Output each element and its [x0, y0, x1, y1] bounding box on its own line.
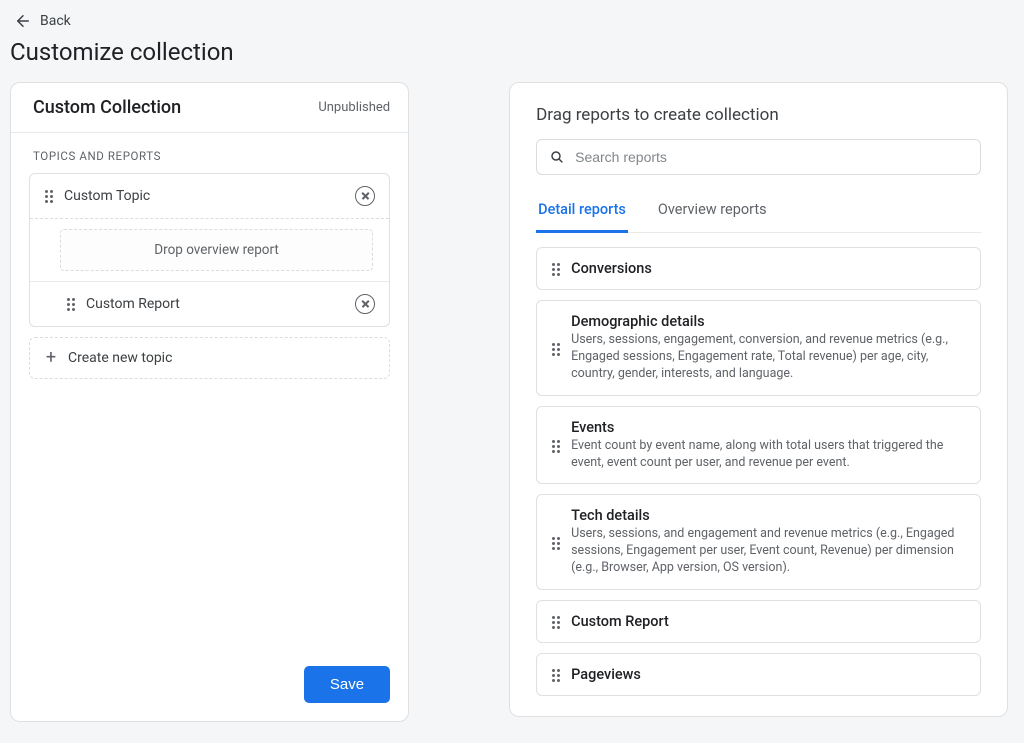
report-title: Custom Report	[571, 613, 966, 630]
report-title: Demographic details	[571, 313, 966, 330]
collection-name: Custom Collection	[33, 97, 181, 118]
drag-handle-icon[interactable]	[66, 298, 76, 311]
report-title: Tech details	[571, 507, 966, 524]
back-label: Back	[40, 13, 71, 29]
collection-panel: Custom Collection Unpublished Topics and…	[10, 82, 409, 722]
publish-status: Unpublished	[318, 100, 390, 115]
report-description: Users, sessions, and engagement and reve…	[571, 526, 966, 577]
report-card-custom-report[interactable]: Custom Report	[536, 600, 981, 643]
topic-item: Custom Topic Drop overview report Custom…	[29, 173, 390, 327]
report-card-events[interactable]: Events Event count by event name, along …	[536, 406, 981, 485]
drag-handle-icon[interactable]	[551, 669, 561, 682]
drag-handle-icon[interactable]	[551, 616, 561, 629]
drag-handle-icon[interactable]	[551, 263, 561, 276]
topic-report-name: Custom Report	[86, 296, 345, 312]
tab-overview-reports[interactable]: Overview reports	[656, 191, 769, 233]
reports-library-title: Drag reports to create collection	[510, 83, 1007, 139]
drag-handle-icon[interactable]	[551, 343, 561, 356]
report-card-conversions[interactable]: Conversions	[536, 247, 981, 290]
topic-name: Custom Topic	[64, 188, 345, 204]
remove-topic-button[interactable]	[355, 186, 375, 206]
report-title: Conversions	[571, 260, 966, 277]
reports-library-panel: Drag reports to create collection Detail…	[509, 82, 1008, 717]
topics-section-label: Topics and reports	[11, 133, 408, 173]
report-title: Pageviews	[571, 666, 966, 683]
report-title: Events	[571, 419, 966, 436]
remove-report-button[interactable]	[355, 294, 375, 314]
arrow-left-icon	[14, 12, 32, 30]
save-button[interactable]: Save	[304, 666, 390, 703]
collection-header: Custom Collection Unpublished	[11, 83, 408, 133]
report-card-tech-details[interactable]: Tech details Users, sessions, and engage…	[536, 494, 981, 590]
report-tabs: Detail reports Overview reports	[536, 191, 981, 233]
back-button[interactable]: Back	[8, 8, 77, 36]
plus-icon: +	[44, 351, 58, 365]
drag-handle-icon[interactable]	[551, 440, 561, 453]
topic-report-item[interactable]: Custom Report	[30, 281, 389, 326]
report-card-demographic-details[interactable]: Demographic details Users, sessions, eng…	[536, 300, 981, 396]
drag-handle-icon[interactable]	[44, 190, 54, 203]
overview-dropzone[interactable]: Drop overview report	[60, 229, 373, 271]
create-topic-button[interactable]: + Create new topic	[29, 337, 390, 379]
create-topic-label: Create new topic	[68, 350, 172, 366]
page-title: Customize collection	[8, 36, 1016, 80]
search-icon	[549, 149, 565, 165]
search-input[interactable]	[575, 149, 968, 165]
report-card-pageviews[interactable]: Pageviews	[536, 653, 981, 696]
search-reports-field[interactable]	[536, 139, 981, 175]
report-list: Conversions Demographic details Users, s…	[510, 233, 1007, 696]
topic-header[interactable]: Custom Topic	[30, 174, 389, 219]
drag-handle-icon[interactable]	[551, 537, 561, 550]
tab-detail-reports[interactable]: Detail reports	[536, 191, 628, 233]
report-description: Event count by event name, along with to…	[571, 438, 966, 472]
report-description: Users, sessions, engagement, conversion,…	[571, 332, 966, 383]
